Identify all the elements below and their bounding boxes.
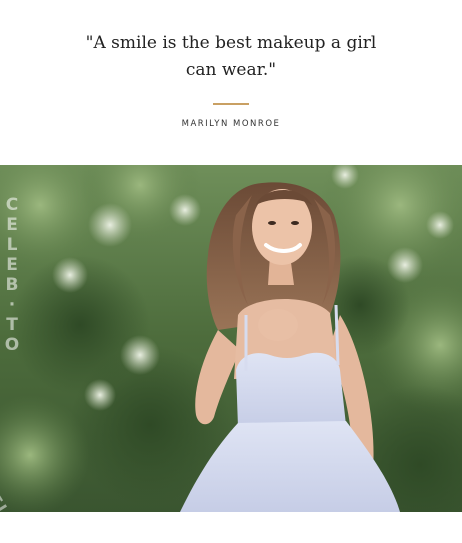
quote-panel: "A smile is the best makeup a girl can w…: [0, 0, 462, 165]
portrait-illustration: [0, 165, 462, 512]
watermark-letter: B: [5, 275, 19, 295]
watermark-letter: C: [5, 195, 19, 215]
watermark-letter: O: [4, 335, 20, 355]
quote-line-2: can wear.": [185, 60, 277, 80]
watermark-vertical: C E L E B · T O: [3, 195, 21, 355]
portrait-photo: [0, 165, 462, 512]
quote-divider: [213, 103, 249, 105]
quote-card: "A smile is the best makeup a girl can w…: [0, 0, 462, 543]
watermark-letter: E: [6, 255, 18, 275]
quote-line-1: "A smile is the best makeup a girl: [85, 33, 377, 53]
watermark-letter: E: [6, 215, 18, 235]
watermark-letter: L: [6, 235, 18, 255]
quote-author: MARILYN MONROE: [181, 119, 281, 129]
watermark-letter: ·: [8, 295, 16, 315]
quote-text: "A smile is the best makeup a girl can w…: [40, 30, 422, 84]
watermark-letter: T: [6, 315, 18, 335]
